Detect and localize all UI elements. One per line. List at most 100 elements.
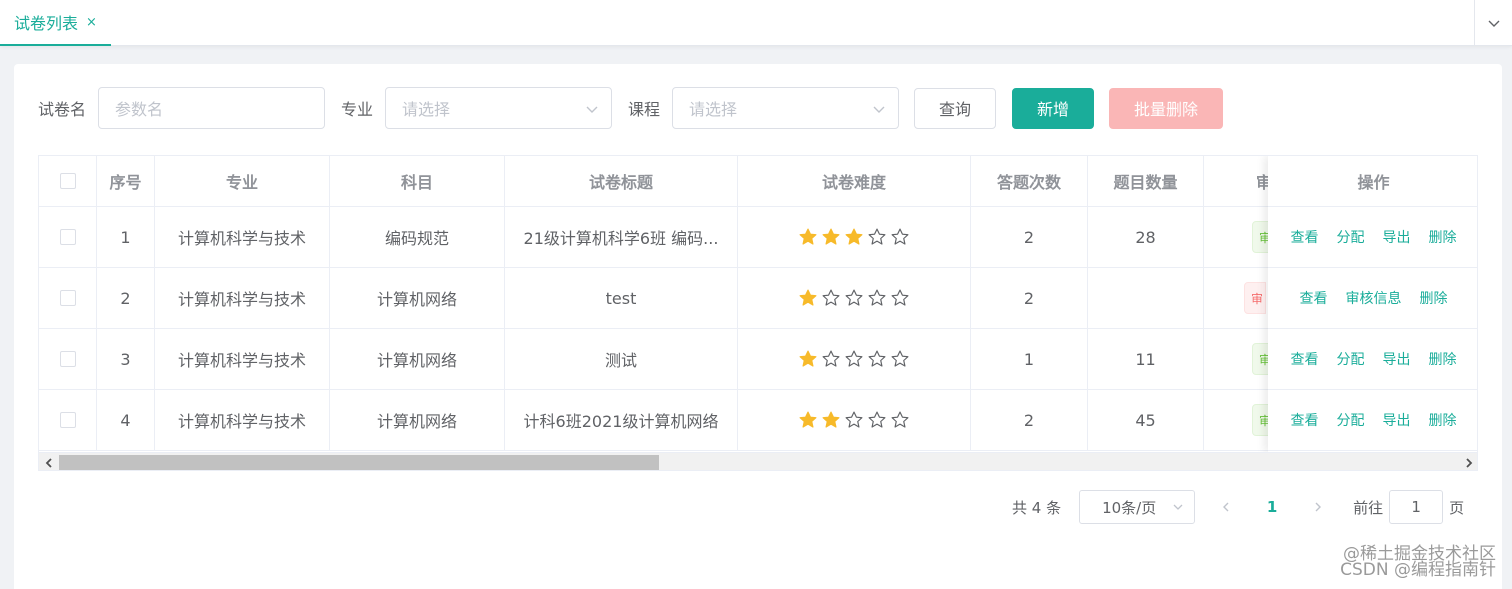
header-index: 序号 [97,156,155,206]
header-major: 专业 [155,156,330,206]
exam-name-placeholder: 参数名 [115,100,164,119]
content-card: 试卷名 参数名 专业 请选择 课程 请选择 查询 新增 批量删除 序号 专业 科… [14,64,1502,589]
delete-link[interactable]: 删除 [1429,227,1457,247]
row-operations: 查看 审核信息 删除 [1268,268,1477,329]
course-placeholder: 请选择 [689,100,738,119]
assign-link[interactable]: 分配 [1337,349,1365,369]
view-link[interactable]: 查看 [1300,288,1328,308]
select-all-cell [39,156,97,206]
header-difficulty: 试卷难度 [738,156,971,206]
watermark-line2: CSDN @编程指南针 [1340,560,1496,580]
export-link[interactable]: 导出 [1383,349,1411,369]
row-difficulty [738,268,971,328]
row-checkbox[interactable] [59,412,76,428]
row-checkbox[interactable] [59,229,76,245]
tab-bar: 试卷列表 × [0,0,1512,46]
row-subject: 计算机网络 [330,268,505,328]
scroll-thumb[interactable] [59,455,659,470]
row-questions: 45 [1088,390,1204,450]
goto-page-input[interactable]: 1 [1389,490,1444,524]
scroll-right-icon[interactable] [1461,455,1477,470]
row-checkbox[interactable] [59,351,76,367]
row-difficulty [738,390,971,450]
chevron-down-icon [873,106,885,113]
table-row: 4 计算机科学与技术 计算机网络 计科6班2021级计算机网络 2 45 审 [39,390,1477,451]
query-button[interactable]: 查询 [914,87,997,129]
star-filled-icon [845,228,863,245]
course-label: 课程 [628,100,661,119]
row-title: 测试 [505,329,738,389]
table-header: 序号 专业 科目 试卷标题 试卷难度 答题次数 题目数量 审 [39,156,1477,207]
delete-link[interactable]: 删除 [1429,410,1457,430]
star-outline-icon [845,289,863,306]
horizontal-scrollbar[interactable] [39,452,1477,470]
row-select-cell [39,329,97,389]
row-major: 计算机科学与技术 [155,268,330,328]
row-index: 3 [97,329,155,389]
close-icon[interactable]: × [86,15,97,30]
major-placeholder: 请选择 [402,100,451,119]
search-form: 试卷名 参数名 专业 请选择 课程 请选择 查询 新增 批量删除 [38,87,1224,129]
row-major: 计算机科学与技术 [155,390,330,450]
prev-page-button[interactable] [1211,501,1241,513]
row-select-cell [39,207,97,267]
major-label: 专业 [341,100,374,119]
tab-dropdown-button[interactable] [1474,0,1512,45]
row-attempts: 1 [971,329,1088,389]
view-link[interactable]: 查看 [1291,410,1319,430]
row-difficulty [738,329,971,389]
star-outline-icon [868,411,886,428]
batch-delete-button[interactable]: 批量删除 [1109,87,1224,129]
exam-table: 序号 专业 科目 试卷标题 试卷难度 答题次数 题目数量 审 1 计算机科学与技术… [38,155,1478,471]
exam-name-input[interactable]: 参数名 [98,87,326,129]
row-title: 21级计算机科学6班 编码... [505,207,738,267]
assign-link[interactable]: 分配 [1337,410,1365,430]
row-subject: 编码规范 [330,207,505,267]
row-index: 1 [97,207,155,267]
star-filled-icon [799,289,817,306]
row-difficulty [738,207,971,267]
export-link[interactable]: 导出 [1383,410,1411,430]
star-outline-icon [868,350,886,367]
star-filled-icon [799,228,817,245]
star-filled-icon [799,411,817,428]
page-number-current[interactable]: 1 [1257,498,1287,516]
star-outline-icon [868,228,886,245]
row-title: test [505,268,738,328]
add-button[interactable]: 新增 [1012,87,1095,129]
header-questions: 题目数量 [1088,156,1204,206]
pagination: 共 4 条 10条/页 1 前往 1 页 [1012,490,1464,524]
star-filled-icon [822,411,840,428]
page-size-select[interactable]: 10条/页 [1079,490,1196,524]
view-link[interactable]: 查看 [1291,349,1319,369]
star-outline-icon [891,228,909,245]
row-select-cell [39,390,97,450]
exam-name-label: 试卷名 [38,100,87,119]
star-outline-icon [868,289,886,306]
watermark: @稀土掘金技术社区 CSDN @编程指南针 [1340,546,1496,580]
row-questions: 11 [1088,329,1204,389]
select-all-checkbox[interactable] [59,173,76,189]
delete-link[interactable]: 删除 [1420,288,1448,308]
tab-exam-list[interactable]: 试卷列表 × [0,0,111,46]
row-index: 2 [97,268,155,328]
operations-column: 操作 查看 分配 导出 删除 查看 审核信息 删除 查看 分配 导出 删除 查看 分配 导出 删除 [1268,156,1477,452]
row-checkbox[interactable] [59,290,76,306]
header-attempts: 答题次数 [971,156,1088,206]
next-page-button[interactable] [1303,501,1333,513]
view-link[interactable]: 查看 [1291,227,1319,247]
audit-status-badge: 审 [1244,282,1266,314]
major-select[interactable]: 请选择 [385,87,613,129]
assign-link[interactable]: 分配 [1337,227,1365,247]
audit-info-link[interactable]: 审核信息 [1346,288,1402,308]
row-operations: 查看 分配 导出 删除 [1268,329,1477,390]
page-suffix: 页 [1449,498,1465,517]
export-link[interactable]: 导出 [1383,227,1411,247]
row-attempts: 2 [971,268,1088,328]
scroll-left-icon[interactable] [41,455,57,470]
row-index: 4 [97,390,155,450]
delete-link[interactable]: 删除 [1429,349,1457,369]
course-select[interactable]: 请选择 [672,87,900,129]
row-attempts: 2 [971,390,1088,450]
total-count: 共 4 条 [1012,498,1062,517]
